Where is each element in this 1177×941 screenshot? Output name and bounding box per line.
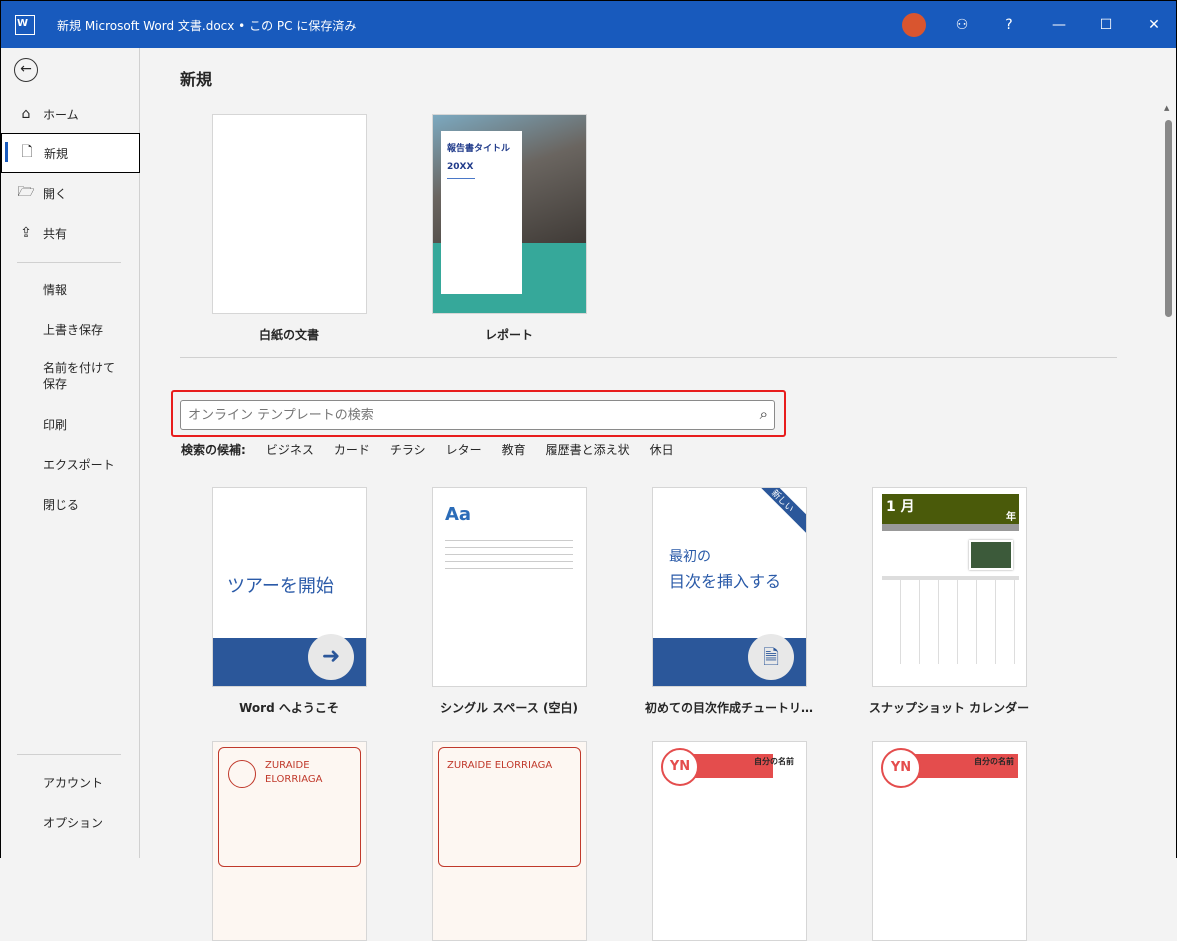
sidebar-item-info[interactable]: 情報 [1,270,140,308]
sidebar-item-account[interactable]: アカウント [1,763,140,801]
word-app-icon: W [15,15,35,35]
close-button[interactable]: ✕ [1139,13,1169,37]
sidebar-item-options[interactable]: オプション [1,803,140,841]
sidebar-item-label: ホーム [43,107,79,122]
sidebar-divider [17,262,121,263]
thumb-text: 最初の [669,549,711,565]
scrollbar-thumb[interactable] [1165,120,1172,317]
template-label: 初めての目次作成チュートリ… [644,701,813,715]
sidebar-item-save[interactable]: 上書き保存 [1,310,140,348]
sidebar-item-close[interactable]: 閉じる [1,485,140,523]
resume-name: ZURAIDE ELORRIAGA [447,760,553,771]
search-suggestions: 検索の候補: ビジネス カード チラシ レター 教育 履歴書と添え状 休日 [181,441,674,458]
template-label: スナップショット カレンダー [868,701,1030,715]
sidebar-item-label: 開く [43,186,68,201]
sidebar-item-save-as[interactable]: 名前を付けて保存 [1,354,140,398]
scroll-up-icon[interactable]: ▲ [1164,104,1169,112]
template-label: Word へようこそ [239,701,339,715]
new-document-pane: 新規 白紙の文書 報告書タイトル 20XX レポート ⌕ 検索の候補: ビジネス… [140,48,1160,941]
search-icon[interactable]: ⌕ [760,405,768,423]
template-label: シングル スペース (空白) [440,701,578,715]
resume-template[interactable]: YN 自分の名前 [652,741,807,941]
thumb-text: 目次を挿入する [669,572,782,591]
resume-name: 自分の名前 [974,757,1014,766]
template-label: レポート [484,328,533,342]
suggestions-label: 検索の候補: [181,443,246,457]
sidebar-item-print[interactable]: 印刷 [1,405,140,443]
toc-tutorial-template[interactable]: 新しい 最初の 目次を挿入する 🗎 [652,487,807,687]
document-icon: 🗎 [748,634,794,680]
arrow-right-icon: ➜ [308,634,354,680]
window-title: 新規 Microsoft Word 文書.docx • この PC に保存済み [57,19,357,33]
page-title: 新規 [180,70,213,89]
cover-year: 20XX [447,162,474,172]
thumb-text: ツアーを開始 [227,576,334,597]
blank-document-template[interactable] [212,114,367,314]
share-icon: ⇪ [20,225,32,241]
vertical-scrollbar[interactable]: ▲ [1160,48,1177,858]
resume-name: 自分の名前 [754,757,794,766]
resume-template[interactable]: ZURAIDE ELORRIAGA [432,741,587,941]
home-icon: ⌂ [21,106,31,122]
sidebar-item-home[interactable]: ⌂ ホーム [1,95,140,133]
backstage-sidebar: ← ⌂ ホーム 🗋 新規 🗁 開く ⇪ 共有 情報 上書き保存 名前を付けて保存 印刷 … [0,48,140,858]
minimize-button[interactable]: — [1044,13,1074,37]
suggestion-link[interactable]: カード [334,441,370,458]
sidebar-item-label: 新規 [44,146,69,161]
sidebar-item-export[interactable]: エクスポート [1,445,140,483]
search-highlight: ⌕ [171,390,786,437]
sidebar-item-open[interactable]: 🗁 開く [1,174,140,212]
resume-template[interactable]: ZURAIDE ELORRIAGA [212,741,367,941]
maximize-button[interactable]: ☐ [1091,13,1121,37]
help-button[interactable]: ? [994,13,1024,37]
resume-initials: YN [881,748,921,788]
suggestion-link[interactable]: チラシ [390,441,426,458]
back-arrow-icon[interactable]: ← [14,58,38,82]
sidebar-divider [17,754,121,755]
suggestion-link[interactable]: レター [446,441,482,458]
thumb-text: 年 [1006,512,1016,523]
sidebar-item-new[interactable]: 🗋 新規 [1,133,140,173]
resume-name: ZURAIDE [265,760,310,771]
thumb-text: Aa [445,504,472,525]
template-label: 白紙の文書 [258,328,319,342]
folder-open-icon: 🗁 [17,184,35,200]
template-search-input[interactable] [181,401,741,429]
section-divider [180,357,1117,358]
resume-name: ELORRIAGA [265,774,323,785]
new-badge: 新しい [746,488,806,537]
suggestion-link[interactable]: 履歴書と添え状 [546,441,630,458]
welcome-to-word-template[interactable]: ツアーを開始 ➜ [212,487,367,687]
suggestion-link[interactable]: ビジネス [266,441,314,458]
resume-template[interactable]: YN 自分の名前 [872,741,1027,941]
template-search-box[interactable]: ⌕ [180,400,775,430]
sidebar-item-label: 共有 [43,226,68,241]
title-bar: W 新規 Microsoft Word 文書.docx • この PC に保存済… [0,0,1177,48]
suggestion-link[interactable]: 休日 [650,441,674,458]
thumb-text: 1 月 [886,499,915,515]
new-document-icon: 🗋 [21,144,33,160]
report-template[interactable]: 報告書タイトル 20XX [432,114,587,314]
feedback-icon[interactable]: ⚇ [947,13,977,37]
snapshot-calendar-template[interactable]: 1 月 年 [872,487,1027,687]
single-spaced-template[interactable]: Aa [432,487,587,687]
resume-initials: YN [661,748,699,786]
cover-title: 報告書タイトル [447,144,511,154]
suggestion-link[interactable]: 教育 [502,441,526,458]
user-avatar[interactable] [902,13,926,37]
sidebar-item-share[interactable]: ⇪ 共有 [1,214,140,252]
